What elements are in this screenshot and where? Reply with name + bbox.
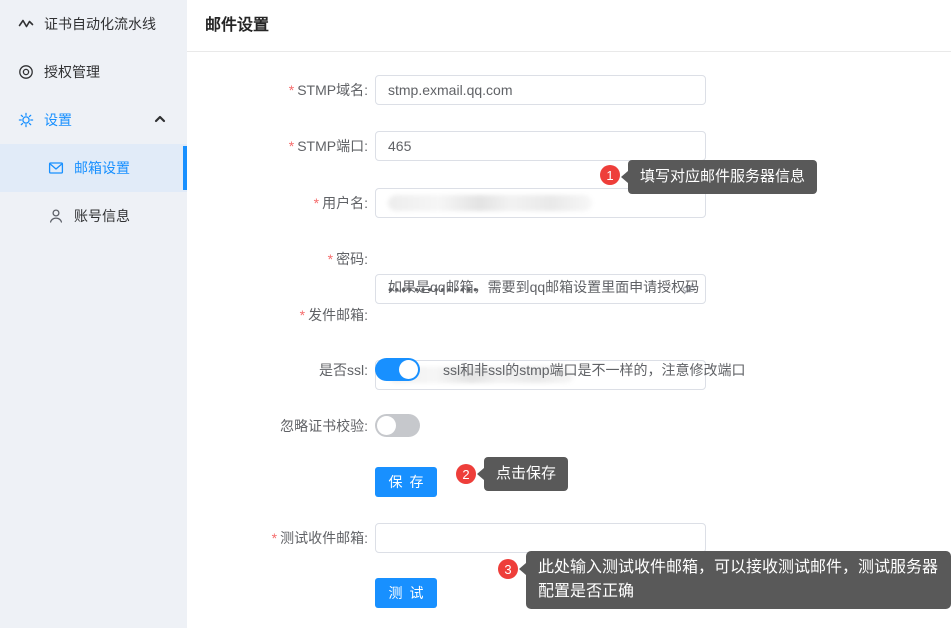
- required-asterisk: *: [314, 195, 319, 211]
- sidebar-item-label: 账号信息: [74, 206, 130, 226]
- ssl-row: ssl和非ssl的stmp端口是不一样的，注意修改端口: [375, 358, 746, 381]
- tooltip-arrow: [621, 171, 628, 183]
- sidebar: 证书自动化流水线 授权管理 设置: [0, 0, 187, 628]
- ssl-label: 是否ssl:: [187, 355, 368, 385]
- sidebar-item-account-info[interactable]: 账号信息: [0, 192, 187, 240]
- test-email-label: *测试收件邮箱:: [187, 523, 368, 553]
- sidebar-item-settings[interactable]: 设置: [0, 96, 187, 144]
- annotation-tooltip-2: 点击保存: [484, 457, 568, 491]
- sender-email-label: *发件邮箱:: [187, 300, 368, 330]
- password-hint: 如果是qq邮箱，需要到qq邮箱设置里面申请授权码: [388, 277, 699, 297]
- annotation-tooltip-3: 此处输入测试收件邮箱，可以接收测试邮件，测试服务器配置是否正确: [526, 551, 951, 609]
- target-icon: [18, 64, 34, 80]
- sidebar-item-label: 设置: [44, 110, 72, 130]
- page-header: 邮件设置: [187, 0, 951, 52]
- ignore-cert-toggle[interactable]: [375, 414, 420, 437]
- activity-icon: [18, 16, 34, 32]
- ignore-cert-label: 忽略证书校验:: [187, 411, 368, 441]
- required-asterisk: *: [289, 138, 294, 154]
- annotation-badge-1: 1: [600, 165, 620, 185]
- sidebar-item-auth-management[interactable]: 授权管理: [0, 48, 187, 96]
- annotation-badge-2: 2: [456, 464, 476, 484]
- username-label: *用户名:: [187, 188, 368, 218]
- chevron-up-icon[interactable]: [153, 112, 167, 126]
- ssl-note: ssl和非ssl的stmp端口是不一样的，注意修改端口: [443, 360, 746, 380]
- tooltip-arrow: [477, 468, 484, 480]
- main-content: 邮件设置 *STMP域名: *STMP端口: *用户名: *密码: 如果是qq邮…: [187, 0, 951, 628]
- page-title: 邮件设置: [205, 0, 269, 52]
- toggle-knob: [377, 416, 396, 435]
- password-label: *密码:: [187, 244, 368, 274]
- mail-icon: [48, 160, 64, 176]
- test-email-input[interactable]: [375, 523, 706, 553]
- annotation-badge-3: 3: [498, 559, 518, 579]
- smtp-port-input[interactable]: [375, 131, 706, 161]
- smtp-domain-label: *STMP域名:: [187, 75, 368, 105]
- user-icon: [48, 208, 64, 224]
- sidebar-item-cert-pipeline[interactable]: 证书自动化流水线: [0, 0, 187, 48]
- sidebar-item-label: 授权管理: [44, 62, 100, 82]
- required-asterisk: *: [272, 530, 277, 546]
- toggle-knob: [399, 360, 418, 379]
- required-asterisk: *: [300, 307, 305, 323]
- sidebar-item-label: 证书自动化流水线: [44, 14, 156, 34]
- test-button[interactable]: 测试: [375, 578, 437, 608]
- required-asterisk: *: [328, 251, 333, 267]
- sidebar-item-label: 邮箱设置: [74, 158, 130, 178]
- annotation-tooltip-1: 填写对应邮件服务器信息: [628, 160, 817, 194]
- ignore-cert-row: [375, 414, 420, 437]
- smtp-domain-input[interactable]: [375, 75, 706, 105]
- gear-icon: [18, 112, 34, 128]
- redacted-value: [388, 195, 592, 211]
- save-button[interactable]: 保存: [375, 467, 437, 497]
- smtp-port-label: *STMP端口:: [187, 131, 368, 161]
- ssl-toggle[interactable]: [375, 358, 420, 381]
- tooltip-arrow: [519, 563, 526, 575]
- sidebar-item-mail-settings[interactable]: 邮箱设置: [0, 144, 187, 192]
- required-asterisk: *: [289, 82, 294, 98]
